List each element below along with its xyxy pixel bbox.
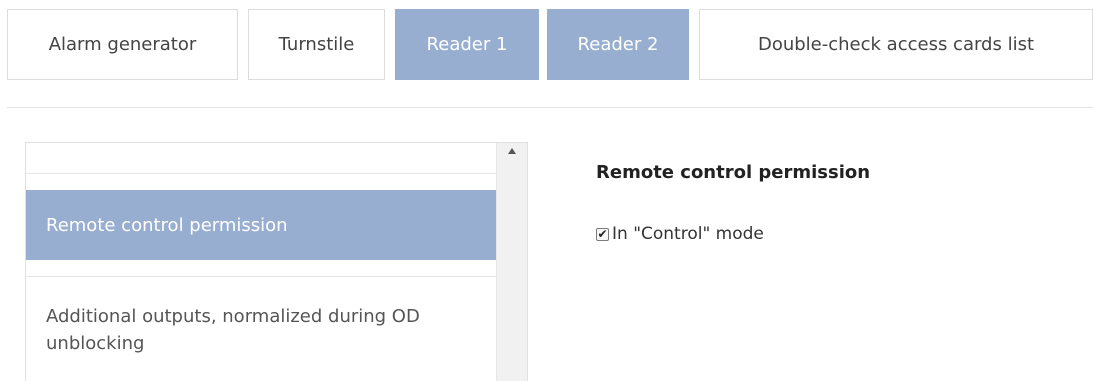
tab-turnstile[interactable]: Turnstile [248, 9, 385, 80]
tab-alarm-generator[interactable]: Alarm generator [7, 9, 238, 80]
list-scrollbar[interactable] [496, 143, 527, 381]
scroll-up-arrow-icon[interactable] [508, 148, 516, 154]
section-title: Remote control permission [596, 162, 871, 183]
tab-reader-2[interactable]: Reader 2 [547, 9, 689, 80]
control-mode-option: ✔ In "Control" mode [596, 224, 764, 244]
list-item-remote-control-permission[interactable]: Remote control permission [26, 190, 497, 260]
tabs-divider [7, 107, 1093, 108]
tab-reader-2-prev[interactable]: Reader 1 [395, 9, 539, 80]
settings-list: Remote control permission Additional out… [25, 142, 528, 381]
control-mode-label: In "Control" mode [612, 224, 764, 244]
list-item-additional-outputs[interactable]: Additional outputs, normalized during OD… [26, 276, 497, 381]
tab-double-check-access-cards-list[interactable]: Double-check access cards list [699, 9, 1093, 80]
list-blank-row [26, 143, 497, 174]
control-mode-checkbox[interactable]: ✔ [596, 227, 609, 241]
